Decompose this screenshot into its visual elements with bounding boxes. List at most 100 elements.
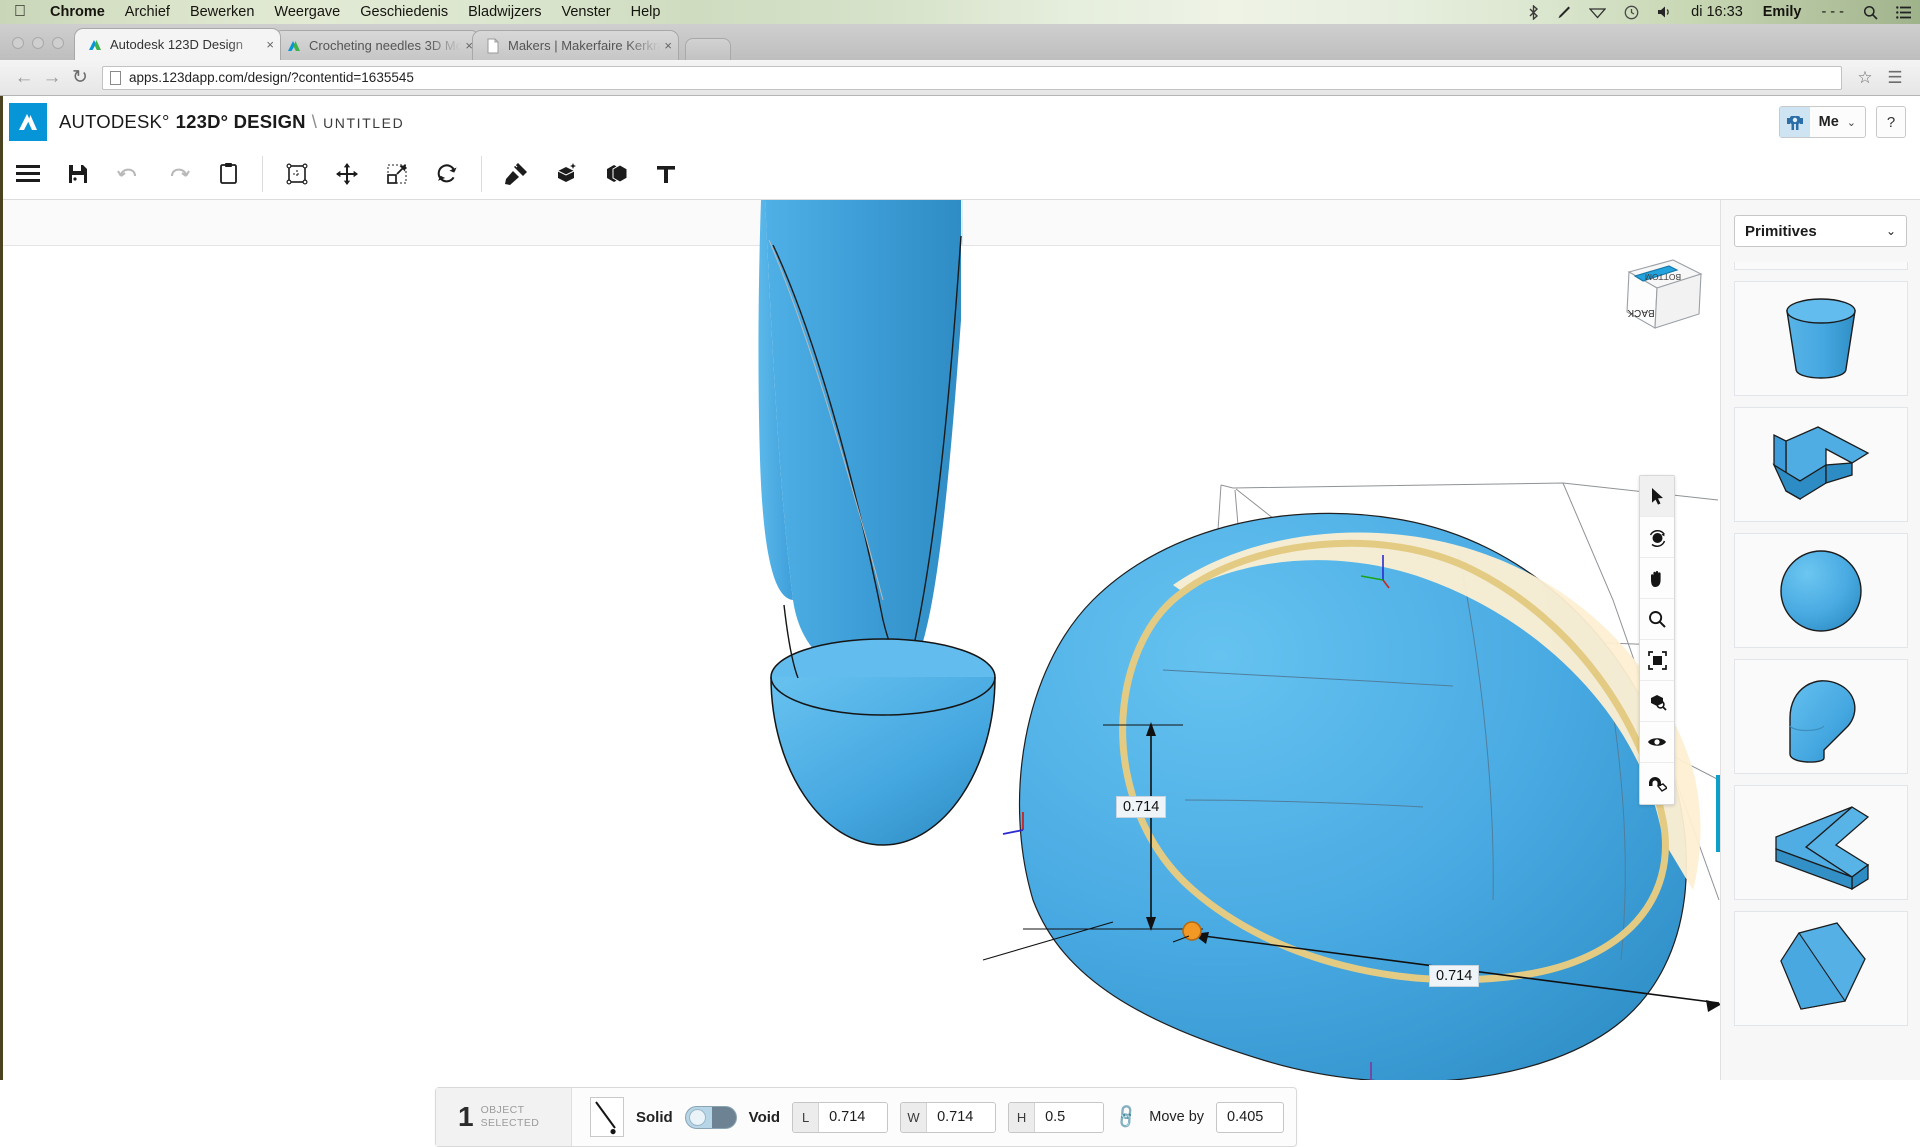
primitive-corner-l[interactable]	[1734, 407, 1908, 522]
magnifier-zoom-icon[interactable]	[1640, 599, 1674, 640]
minimize-window-button[interactable]	[32, 37, 44, 49]
solid-label: Solid	[636, 1109, 673, 1126]
menu-item-archief[interactable]: Archief	[115, 4, 180, 20]
toolbar-separator	[481, 156, 482, 192]
primitives-list[interactable]	[1721, 262, 1920, 1080]
fit-to-window-icon[interactable]	[1640, 640, 1674, 681]
orbit-icon[interactable]	[1640, 517, 1674, 558]
primitive-pentagon-prism[interactable]	[1734, 911, 1908, 1026]
browser-tab-2[interactable]: Makers | Makerfaire Kerkra ×	[472, 30, 679, 60]
solid-void-toggle[interactable]	[685, 1106, 737, 1129]
url-address-bar[interactable]: apps.123dapp.com/design/?contentid=16355…	[102, 66, 1842, 90]
menu-item-venster[interactable]: Venster	[551, 4, 620, 20]
combine-solids-icon[interactable]	[591, 151, 641, 197]
design-canvas[interactable]: 0.714 0.714 BOTTOM BACK	[3, 200, 1720, 1080]
move-by-label: Move by	[1149, 1109, 1204, 1125]
transform-box-icon[interactable]	[272, 151, 322, 197]
page-info-icon	[110, 71, 121, 85]
primitive-cone-partial[interactable]	[1734, 262, 1908, 270]
chevron-down-icon: ⌄	[1886, 224, 1896, 238]
macos-menu-bar:  Chrome Archief Bewerken Weergave Gesch…	[0, 0, 1920, 24]
sketch-pencil-ruler-icon[interactable]	[491, 151, 541, 197]
title-separator: \	[312, 111, 317, 133]
sketch-line-thumbnail[interactable]	[590, 1097, 624, 1137]
notification-center-icon[interactable]	[1887, 6, 1920, 19]
status-bar-controls: Solid Void L 0.714 W 0.714 H 0.5 🔗	[572, 1097, 1284, 1137]
move-by-field[interactable]: 0.405	[1216, 1102, 1284, 1133]
toolbar-separator	[262, 156, 263, 192]
width-field[interactable]: W 0.714	[900, 1102, 996, 1133]
apple-logo-icon[interactable]: 	[14, 4, 26, 20]
text-tool-icon[interactable]	[641, 151, 691, 197]
menu-item-help[interactable]: Help	[621, 4, 671, 20]
width-key: W	[901, 1103, 927, 1132]
url-text: apps.123dapp.com/design/?contentid=16355…	[129, 70, 414, 85]
crochet-hook-object	[758, 200, 995, 845]
length-value[interactable]: 0.714	[819, 1103, 887, 1132]
link-chain-icon[interactable]: 🔗	[1112, 1103, 1141, 1132]
timemachine-icon[interactable]	[1615, 5, 1648, 20]
primitives-category-select[interactable]: Primitives ⌄	[1734, 215, 1907, 247]
close-window-button[interactable]	[12, 37, 24, 49]
window-controls[interactable]	[0, 37, 74, 60]
void-label: Void	[749, 1109, 780, 1126]
hamburger-menu-icon[interactable]	[3, 151, 53, 197]
star-icon[interactable]: ☆	[1850, 68, 1880, 88]
zoom-object-icon[interactable]	[1640, 681, 1674, 722]
browser-omnibox-bar: ← → ↻ apps.123dapp.com/design/?contentid…	[0, 60, 1920, 96]
autodesk-123d-design-app: AUTODESK° 123D° DESIGN \ UNTITLED Me ⌄ ?	[0, 96, 1920, 1080]
menu-item-bladwijzers[interactable]: Bladwijzers	[458, 4, 551, 20]
account-menu-button[interactable]: Me ⌄	[1779, 106, 1866, 138]
magnet-snap-icon[interactable]	[1640, 763, 1674, 804]
eye-visibility-icon[interactable]	[1640, 722, 1674, 763]
forward-arrow-icon[interactable]: →	[38, 67, 66, 89]
tab-close-icon-2[interactable]: ×	[660, 38, 672, 53]
volume-icon[interactable]	[1648, 5, 1681, 19]
pen-icon[interactable]	[1548, 5, 1580, 20]
menu-item-weergave[interactable]: Weergave	[264, 4, 350, 20]
menu-item-bewerken[interactable]: Bewerken	[180, 4, 264, 20]
autodesk-a-logo	[9, 103, 47, 141]
cursor-arrow-icon[interactable]	[1640, 476, 1674, 517]
spotlight-search-icon[interactable]	[1854, 5, 1887, 20]
dimension-label-vertical[interactable]: 0.714	[1116, 796, 1166, 818]
length-field[interactable]: L 0.714	[792, 1102, 888, 1133]
width-value[interactable]: 0.714	[927, 1103, 995, 1132]
help-button[interactable]: ?	[1876, 106, 1906, 138]
undo-arrow-icon[interactable]	[103, 151, 153, 197]
back-arrow-icon[interactable]: ←	[10, 67, 38, 89]
hand-pan-icon[interactable]	[1640, 558, 1674, 599]
primitive-sphere[interactable]	[1734, 533, 1908, 648]
redo-arrow-icon[interactable]	[153, 151, 203, 197]
move-arrows-icon[interactable]	[322, 151, 372, 197]
rotate-circular-icon[interactable]	[422, 151, 472, 197]
menubar-clock[interactable]: di 16:33	[1681, 4, 1753, 20]
menubar-username[interactable]: Emily	[1753, 4, 1812, 20]
browser-tab-1[interactable]: Crocheting needles 3D Mo ×	[273, 30, 480, 60]
scale-arrow-icon[interactable]	[372, 151, 422, 197]
new-tab-button[interactable]	[685, 38, 731, 60]
primitive-elbow[interactable]	[1734, 659, 1908, 774]
menu-item-geschiedenis[interactable]: Geschiedenis	[350, 4, 458, 20]
reload-icon[interactable]: ↻	[66, 66, 94, 89]
floppy-save-icon[interactable]	[53, 151, 103, 197]
browser-tab-0[interactable]: Autodesk 123D Design ×	[74, 28, 281, 60]
robot-avatar-icon	[1780, 107, 1810, 137]
tab-close-icon-0[interactable]: ×	[262, 37, 274, 52]
dimension-label-horizontal[interactable]: 0.714	[1429, 965, 1479, 987]
height-field[interactable]: H 0.5	[1008, 1102, 1104, 1133]
construct-primitive-icon[interactable]	[541, 151, 591, 197]
height-value[interactable]: 0.5	[1035, 1103, 1103, 1132]
menu-item-chrome[interactable]: Chrome	[40, 4, 115, 20]
selected-count-label: OBJECT SELECTED	[481, 1104, 540, 1130]
primitive-wedge-v[interactable]	[1734, 785, 1908, 900]
wifi-icon[interactable]	[1580, 5, 1615, 20]
primitive-cylinder[interactable]	[1734, 281, 1908, 396]
chrome-menu-icon[interactable]: ☰	[1880, 68, 1910, 88]
page-favicon	[485, 38, 501, 54]
maximize-window-button[interactable]	[52, 37, 64, 49]
bluetooth-icon[interactable]	[1519, 5, 1548, 20]
count-label-line1: OBJECT	[481, 1104, 525, 1116]
view-cube[interactable]: BOTTOM BACK	[1611, 252, 1705, 341]
clipboard-paste-icon[interactable]	[203, 151, 253, 197]
